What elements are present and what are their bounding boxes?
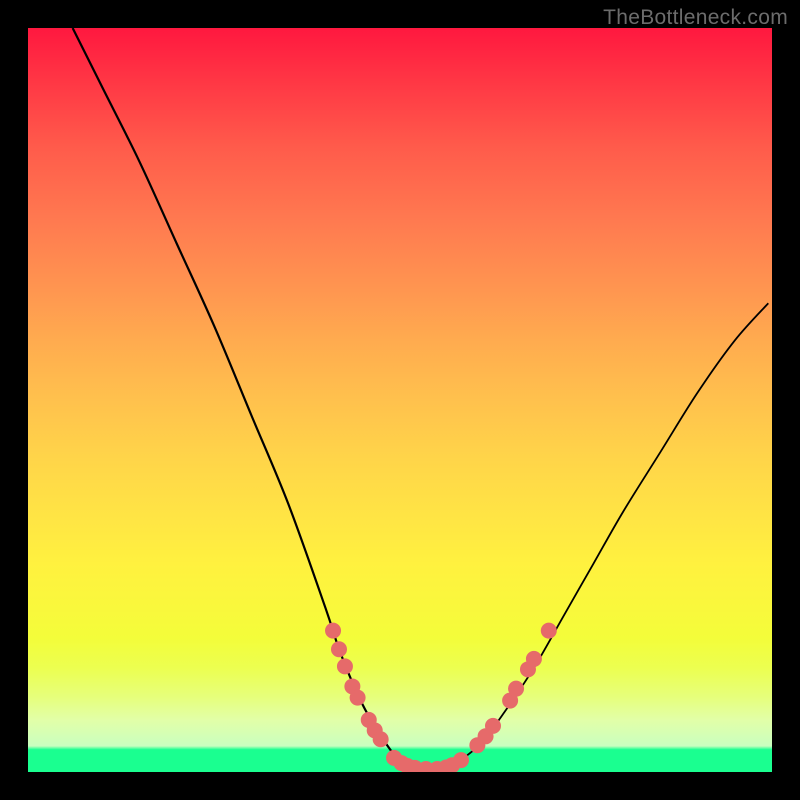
marker-dot: [337, 658, 353, 674]
curve-markers: [325, 623, 557, 772]
left-curve: [73, 28, 430, 770]
marker-dot: [541, 623, 557, 639]
marker-dot: [508, 681, 524, 697]
watermark-text: TheBottleneck.com: [603, 6, 788, 30]
marker-dot: [331, 641, 347, 657]
marker-dot: [485, 718, 501, 734]
marker-dot: [325, 623, 341, 639]
marker-dot: [350, 690, 366, 706]
right-curve: [430, 303, 769, 769]
marker-dot: [526, 651, 542, 667]
chart-svg: [28, 28, 772, 772]
marker-dot: [373, 731, 389, 747]
plot-area: [28, 28, 772, 772]
marker-dot: [453, 752, 469, 768]
